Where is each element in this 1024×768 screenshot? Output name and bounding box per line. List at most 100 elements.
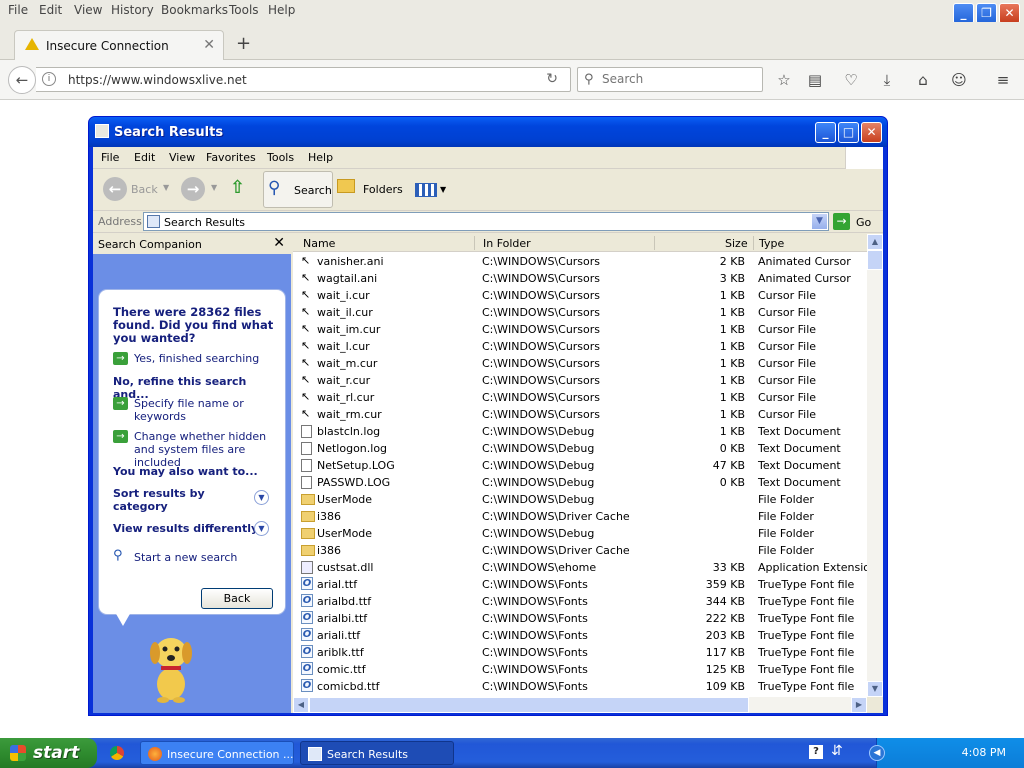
close-button[interactable]: ✕ (999, 3, 1020, 24)
menu-edit[interactable]: Edit (134, 151, 155, 164)
url-bar[interactable]: i https://www.windowsxlive.net ↻ (36, 67, 571, 92)
table-row[interactable]: ↖ wait_im.cur C:\WINDOWS\Cursors 1 KB Cursor… (293, 321, 867, 338)
table-row[interactable]: ↖ wait_il.cur C:\WINDOWS\Cursors 1 KB Cursor… (293, 304, 867, 321)
forward-arrow-icon[interactable]: → (181, 177, 205, 201)
tab-insecure-connection[interactable]: Insecure Connection ✕ (14, 30, 224, 61)
back-arrow-icon[interactable]: ← (103, 177, 127, 201)
table-row[interactable]: Oarialbd.ttf C:\WINDOWS\Fonts 344 KB TrueTy… (293, 593, 867, 610)
menu-tools[interactable]: Tools (229, 3, 259, 17)
menu-file[interactable]: File (8, 3, 28, 17)
chrome-icon[interactable] (110, 746, 124, 760)
expand-chevron-icon[interactable]: ▼ (254, 490, 269, 505)
sort-results-link[interactable]: Sort results by category (113, 487, 233, 513)
menu-edit[interactable]: Edit (39, 3, 62, 17)
show-hidden-icons[interactable]: ◀ (869, 745, 885, 761)
table-row[interactable]: Oariali.ttf C:\WINDOWS\Fonts 203 KB TrueTyp… (293, 627, 867, 644)
download-icon[interactable]: ⤓ (876, 69, 898, 91)
yes-finished-option[interactable]: → Yes, finished searching (113, 352, 283, 365)
table-row[interactable]: ↖ wait_l.cur C:\WINDOWS\Cursors 1 KB Cursor … (293, 338, 867, 355)
table-row[interactable]: Oariblk.ttf C:\WINDOWS\Fonts 117 KB TrueTyp… (293, 644, 867, 661)
address-field[interactable]: Search Results ▼ (143, 212, 829, 231)
specify-file-name-option[interactable]: → Specify file name or keywords (113, 397, 283, 423)
column-in-folder[interactable]: In Folder (483, 237, 531, 250)
table-row[interactable]: i386 C:\WINDOWS\Driver Cache File Folder (293, 542, 867, 559)
table-row[interactable]: UserMode C:\WINDOWS\Debug File Folder (293, 491, 867, 508)
expand-chevron-icon[interactable]: ▼ (254, 521, 269, 536)
search-toolbar-button[interactable]: ⚲ Search (263, 171, 333, 208)
window-close-button[interactable]: ✕ (861, 122, 882, 143)
column-name[interactable]: Name (303, 237, 335, 250)
menu-help[interactable]: Help (268, 3, 295, 17)
forward-dropdown-icon[interactable]: ▼ (211, 183, 217, 192)
reload-icon[interactable]: ↻ (546, 71, 558, 87)
address-dropdown-icon[interactable]: ▼ (811, 213, 828, 230)
new-search-option[interactable]: ⚲ Start a new search (113, 549, 283, 564)
table-row[interactable]: i386 C:\WINDOWS\Driver Cache File Folder (293, 508, 867, 525)
companion-close-icon[interactable]: ✕ (273, 235, 285, 251)
window-maximize-button[interactable]: □ (838, 122, 859, 143)
hidden-files-option[interactable]: → Change whether hidden and system files… (113, 430, 283, 469)
search-input[interactable] (602, 72, 752, 86)
folders-toolbar-button[interactable]: Folders (337, 174, 407, 206)
menu-help[interactable]: Help (308, 151, 333, 164)
table-row[interactable]: ↖ wagtail.ani C:\WINDOWS\Cursors 3 KB Animat… (293, 270, 867, 287)
reading-list-icon[interactable]: ▤ (804, 69, 826, 91)
menu-tools[interactable]: Tools (267, 151, 294, 164)
back-dropdown-icon[interactable]: ▼ (163, 183, 169, 192)
vertical-scrollbar[interactable]: ▲ ▼ (867, 234, 883, 697)
view-results-link[interactable]: View results differently (113, 522, 258, 535)
minimize-button[interactable]: _ (953, 3, 974, 24)
task-insecure-connection[interactable]: Insecure Connection ... (140, 741, 294, 765)
companion-back-button[interactable]: Back (201, 588, 273, 609)
table-row[interactable]: Ocomic.ttf C:\WINDOWS\Fonts 125 KB TrueType… (293, 661, 867, 678)
table-row[interactable]: ↖ vanisher.ani C:\WINDOWS\Cursors 2 KB Anima… (293, 253, 867, 270)
menu-file[interactable]: File (101, 151, 119, 164)
views-dropdown-icon[interactable]: ▼ (440, 185, 446, 194)
menu-view[interactable]: View (169, 151, 195, 164)
restore-button[interactable]: ❐ (976, 3, 997, 24)
menu-bookmarks[interactable]: Bookmarks (161, 3, 228, 17)
smiley-icon[interactable]: ☺ (948, 69, 970, 91)
menu-view[interactable]: View (74, 3, 102, 17)
vertical-scroll-thumb[interactable] (867, 250, 883, 270)
scroll-up-icon[interactable]: ▲ (867, 234, 883, 250)
scroll-down-icon[interactable]: ▼ (867, 681, 883, 697)
network-icon[interactable]: ⇵ (831, 743, 843, 759)
back-button-label[interactable]: Back (131, 183, 158, 196)
up-folder-icon[interactable]: ⇧ (230, 177, 245, 198)
table-row[interactable]: ↖ wait_rl.cur C:\WINDOWS\Cursors 1 KB Cursor… (293, 389, 867, 406)
table-row[interactable]: blastcln.log C:\WINDOWS\Debug 1 KB Text Doc… (293, 423, 867, 440)
back-button[interactable]: ← (8, 66, 36, 94)
table-row[interactable]: Netlogon.log C:\WINDOWS\Debug 0 KB Text Doc… (293, 440, 867, 457)
scroll-right-icon[interactable]: ▶ (851, 697, 867, 713)
menu-favorites[interactable]: Favorites (206, 151, 256, 164)
table-row[interactable]: Oarial.ttf C:\WINDOWS\Fonts 359 KB TrueType… (293, 576, 867, 593)
views-icon[interactable] (415, 183, 437, 197)
help-icon[interactable]: ? (809, 745, 823, 759)
search-box[interactable]: ⚲ (577, 67, 763, 92)
task-search-results[interactable]: Search Results (300, 741, 454, 765)
hamburger-menu-icon[interactable]: ≡ (992, 69, 1014, 91)
table-row[interactable]: UserMode C:\WINDOWS\Debug File Folder (293, 525, 867, 542)
table-row[interactable]: PASSWD.LOG C:\WINDOWS\Debug 0 KB Text Docum… (293, 474, 867, 491)
table-row[interactable]: custsat.dll C:\WINDOWS\ehome 33 KB Applicat… (293, 559, 877, 576)
pocket-icon[interactable]: ♡ (840, 69, 862, 91)
horizontal-scroll-thumb[interactable] (309, 697, 749, 713)
horizontal-scrollbar[interactable]: ◀ ▶ (293, 697, 867, 713)
window-titlebar[interactable]: Search Results _ □ ✕ (89, 117, 887, 147)
window-minimize-button[interactable]: _ (815, 122, 836, 143)
start-button[interactable]: start (0, 738, 97, 768)
home-icon[interactable]: ⌂ (912, 69, 934, 91)
scroll-left-icon[interactable]: ◀ (293, 697, 309, 713)
new-tab-icon[interactable]: + (236, 33, 251, 54)
table-row[interactable]: Ocomicbd.ttf C:\WINDOWS\Fonts 109 KB TrueTy… (293, 678, 867, 695)
info-icon[interactable]: i (42, 72, 56, 86)
close-tab-icon[interactable]: ✕ (203, 37, 215, 53)
column-type[interactable]: Type (759, 237, 784, 250)
column-size[interactable]: Size (725, 237, 748, 250)
table-row[interactable]: ↖ wait_i.cur C:\WINDOWS\Cursors 1 KB Cursor … (293, 287, 867, 304)
table-row[interactable]: ↖ wait_m.cur C:\WINDOWS\Cursors 1 KB Cursor … (293, 355, 867, 372)
table-row[interactable]: ↖ wait_r.cur C:\WINDOWS\Cursors 1 KB Cursor … (293, 372, 867, 389)
bookmark-star-icon[interactable]: ☆ (773, 69, 795, 91)
menu-history[interactable]: History (111, 3, 154, 17)
